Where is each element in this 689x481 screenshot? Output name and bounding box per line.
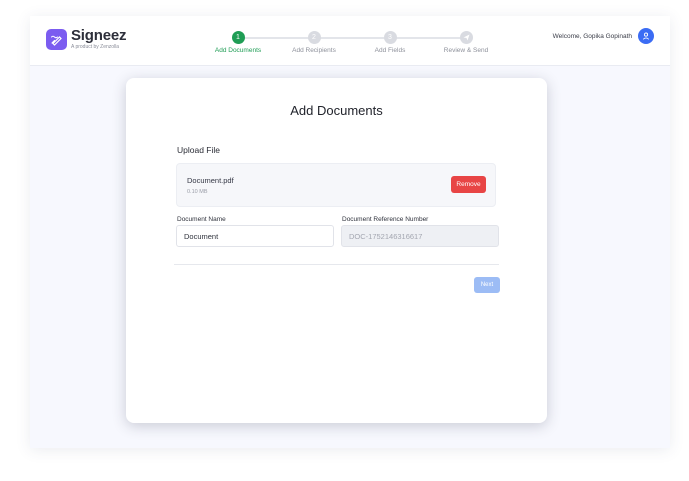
file-name: Document.pdf [187,176,234,185]
step-add-documents[interactable]: 1 Add Documents [198,31,278,54]
document-reference-label: Document Reference Number [342,216,429,223]
step-add-recipients[interactable]: 2 Add Recipients [274,31,354,54]
welcome-message: Welcome, Gopika Gopinath [552,33,632,40]
progress-stepper: 1 Add Documents 2 Add Recipients 3 Add F… [30,16,670,66]
send-icon [459,31,473,44]
document-name-input[interactable]: Document [176,225,334,247]
step-label: Add Fields [374,47,406,54]
top-navigation-bar: Signeez A product by Zenzolla 1 Add Docu… [30,16,670,66]
user-icon [642,32,650,40]
upload-file-label: Upload File [177,145,220,155]
step-review-send[interactable]: Review & Send [426,31,506,54]
step-label: Review & Send [443,47,489,54]
file-size: 0.10 MB [187,189,208,195]
step-label: Add Documents [214,47,262,54]
document-reference-input: DOC-1752146316617 [341,225,499,247]
add-documents-card: Add Documents Upload File Document.pdf 0… [126,78,547,423]
uploaded-file-item: Document.pdf 0.10 MB Remove [176,163,496,207]
step-add-fields[interactable]: 3 Add Fields [350,31,430,54]
next-button[interactable]: Next [474,277,500,293]
step-number: 1 [231,31,245,44]
user-avatar-button[interactable] [638,28,654,44]
step-label: Add Recipients [292,47,336,54]
page-title: Add Documents [290,103,383,118]
step-number: 2 [307,31,321,44]
section-divider [174,264,499,265]
app-window: Signeez A product by Zenzolla 1 Add Docu… [30,16,670,448]
document-name-label: Document Name [177,216,226,223]
remove-file-button[interactable]: Remove [451,176,486,193]
step-number: 3 [383,31,397,44]
